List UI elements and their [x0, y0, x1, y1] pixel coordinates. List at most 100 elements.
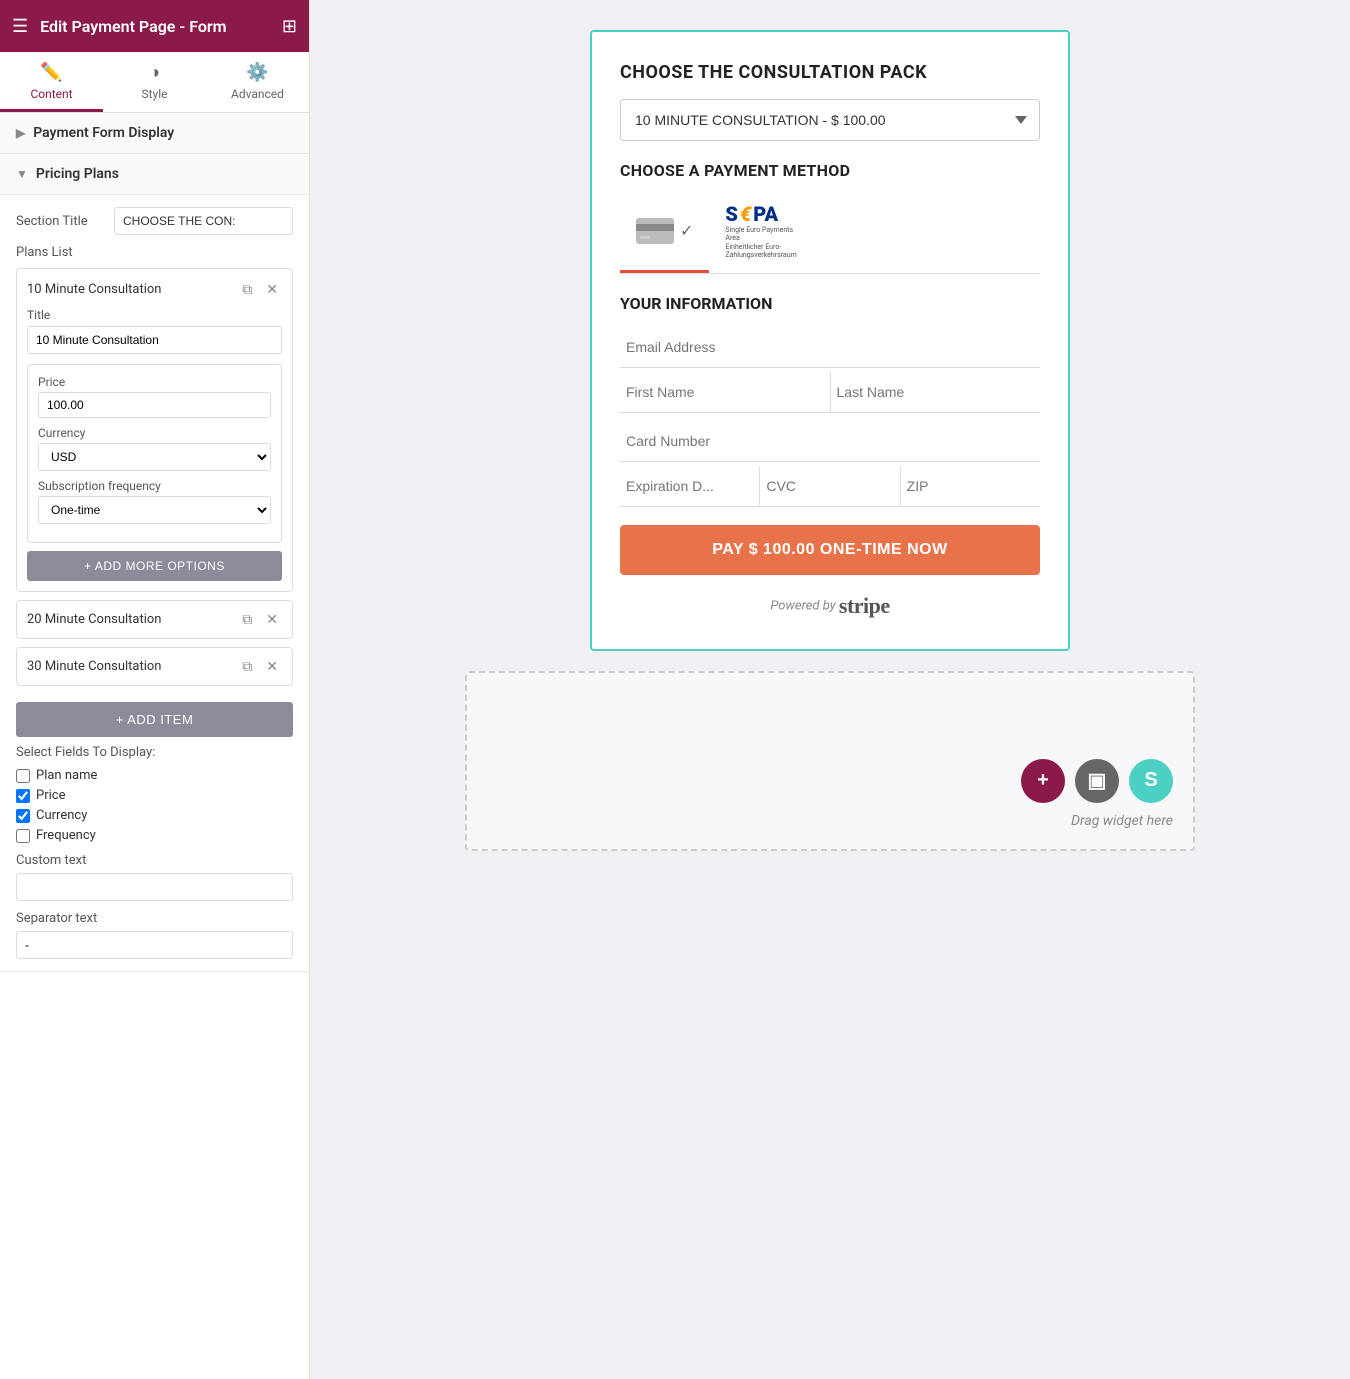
checkbox-frequency: Frequency: [16, 828, 293, 843]
plan-3-actions: ⧉ ✕: [238, 656, 282, 677]
currency-checkbox-label: Currency: [36, 808, 87, 823]
drop-area: + ▣ S Drag widget here: [465, 671, 1195, 851]
grid-icon[interactable]: ⊞: [282, 16, 297, 37]
payment-form-display-section[interactable]: ▶ Payment Form Display: [0, 113, 309, 154]
plans-list-label: Plans List: [16, 245, 293, 260]
plan-2-delete-button[interactable]: ✕: [262, 609, 282, 630]
card-details-row: [620, 466, 1040, 511]
add-more-options-button[interactable]: + ADD MORE OPTIONS: [27, 551, 282, 581]
pricing-plans-body: Section Title Plans List 10 Minute Consu…: [0, 195, 309, 972]
tab-content[interactable]: ✏️ Content: [0, 52, 103, 112]
checkbox-plan-name: Plan name: [16, 768, 293, 783]
powered-by: Powered by stripe: [620, 593, 1040, 619]
drop-buttons: + ▣ S: [1021, 759, 1173, 803]
chevron-down-icon: ▼: [16, 167, 28, 181]
frequency-checkbox[interactable]: [16, 829, 30, 843]
price-checkbox-label: Price: [36, 788, 65, 803]
card-icon: [636, 218, 674, 244]
section-title-row: Section Title: [16, 207, 293, 235]
plan-price-box: Price Currency USD EUR GBP Subscription …: [27, 364, 282, 543]
email-input[interactable]: [620, 327, 1040, 368]
left-panel-scroll: ▶ Payment Form Display ▼ Pricing Plans S…: [0, 113, 309, 1379]
plan-item-2: 20 Minute Consultation ⧉ ✕: [16, 600, 293, 639]
plan-3-name: 30 Minute Consultation: [27, 659, 238, 674]
plan-1-actions: ⧉ ✕: [238, 279, 282, 300]
frequency-row: Subscription frequency One-time Monthly …: [38, 479, 271, 524]
currency-select[interactable]: USD EUR GBP: [38, 443, 271, 471]
left-panel: ☰ Edit Payment Page - Form ⊞ ✏️ Content …: [0, 0, 310, 1379]
zip-input[interactable]: [901, 466, 1040, 507]
style-icon: ◑: [149, 62, 160, 83]
frequency-checkbox-label: Frequency: [36, 828, 96, 843]
plan-1-name: 10 Minute Consultation: [27, 282, 238, 297]
checkbox-price: Price: [16, 788, 293, 803]
plan-3-copy-button[interactable]: ⧉: [238, 656, 256, 677]
frequency-select[interactable]: One-time Monthly Yearly: [38, 496, 271, 524]
card-payment-tab[interactable]: ✓: [620, 194, 709, 273]
card-number-input[interactable]: [620, 421, 1040, 462]
custom-text-label: Custom text: [16, 853, 293, 868]
plan-title-label: Title: [27, 308, 282, 322]
checkbox-currency: Currency: [16, 808, 293, 823]
name-row: [620, 372, 1040, 417]
last-name-input[interactable]: [831, 372, 1041, 413]
drag-widget-text: Drag widget here: [1071, 813, 1173, 829]
custom-text-input[interactable]: [16, 873, 293, 901]
plan-item-3: 30 Minute Consultation ⧉ ✕: [16, 647, 293, 686]
pricing-plans-section[interactable]: ▼ Pricing Plans: [0, 154, 309, 195]
add-widget-button[interactable]: +: [1021, 759, 1065, 803]
your-info-title: YOUR INFORMATION: [620, 294, 1040, 313]
plan-dropdown[interactable]: 10 MINUTE CONSULTATION - $ 100.00: [620, 99, 1040, 141]
price-label: Price: [38, 375, 271, 389]
sepa-payment-tab[interactable]: S € PA Single Euro Payments AreaEinheitl…: [709, 194, 811, 273]
plan-1-copy-button[interactable]: ⧉: [238, 279, 256, 300]
separator-text-label: Separator text: [16, 911, 293, 926]
plan-1-title-input[interactable]: [27, 326, 282, 354]
payment-form-card: CHOOSE THE CONSULTATION PACK 10 MINUTE C…: [590, 30, 1070, 651]
first-name-input[interactable]: [620, 372, 831, 413]
plan-1-delete-button[interactable]: ✕: [262, 279, 282, 300]
tab-style[interactable]: ◑ Style: [103, 52, 206, 112]
plan-2-name: 20 Minute Consultation: [27, 612, 238, 627]
currency-checkbox[interactable]: [16, 809, 30, 823]
payment-method-title: CHOOSE A PAYMENT METHOD: [620, 161, 1040, 180]
advanced-icon: ⚙️: [246, 62, 268, 83]
s-widget-button[interactable]: S: [1129, 759, 1173, 803]
plan-2-actions: ⧉ ✕: [238, 609, 282, 630]
separator-text-input[interactable]: [16, 931, 293, 959]
sepa-logo: S € PA Single Euro Payments AreaEinheitl…: [725, 202, 795, 260]
plan-name-checkbox[interactable]: [16, 769, 30, 783]
payment-methods: ✓ S € PA Single Euro Payments AreaEinhei…: [620, 194, 1040, 274]
plan-expanded-header: 10 Minute Consultation ⧉ ✕: [27, 279, 282, 300]
chevron-right-icon: ▶: [16, 126, 25, 140]
content-icon: ✏️: [40, 62, 62, 83]
currency-label: Currency: [38, 426, 271, 440]
section-title-input[interactable]: [114, 207, 293, 235]
price-row: Price: [38, 375, 271, 418]
top-bar: ☰ Edit Payment Page - Form ⊞: [0, 0, 309, 52]
currency-row: Currency USD EUR GBP: [38, 426, 271, 471]
plan-name-checkbox-label: Plan name: [36, 768, 97, 783]
hamburger-icon[interactable]: ☰: [12, 16, 28, 37]
plan-item-expanded-1: 10 Minute Consultation ⧉ ✕ Title Price: [16, 268, 293, 592]
square-widget-button[interactable]: ▣: [1075, 759, 1119, 803]
tab-bar: ✏️ Content ◑ Style ⚙️ Advanced: [0, 52, 309, 113]
pay-button[interactable]: PAY $ 100.00 ONE-TIME NOW: [620, 525, 1040, 575]
main-area: CHOOSE THE CONSULTATION PACK 10 MINUTE C…: [310, 0, 1350, 1379]
section-title-label: Section Title: [16, 214, 106, 229]
card-check-icon: ✓: [680, 221, 693, 240]
price-checkbox[interactable]: [16, 789, 30, 803]
tab-advanced[interactable]: ⚙️ Advanced: [206, 52, 309, 112]
cvc-input[interactable]: [760, 466, 900, 507]
stripe-logo: stripe: [839, 593, 890, 618]
plan-3-delete-button[interactable]: ✕: [262, 656, 282, 677]
price-input[interactable]: [38, 392, 271, 418]
frequency-label: Subscription frequency: [38, 479, 271, 493]
add-item-button[interactable]: + ADD ITEM: [16, 702, 293, 737]
expiry-input[interactable]: [620, 466, 760, 507]
select-fields-label: Select Fields To Display:: [16, 745, 293, 760]
plan-2-copy-button[interactable]: ⧉: [238, 609, 256, 630]
sepa-subtitle: Single Euro Payments AreaEinheitlicher E…: [725, 226, 795, 260]
page-title: Edit Payment Page - Form: [40, 17, 270, 36]
choose-pack-title: CHOOSE THE CONSULTATION PACK: [620, 62, 1040, 83]
